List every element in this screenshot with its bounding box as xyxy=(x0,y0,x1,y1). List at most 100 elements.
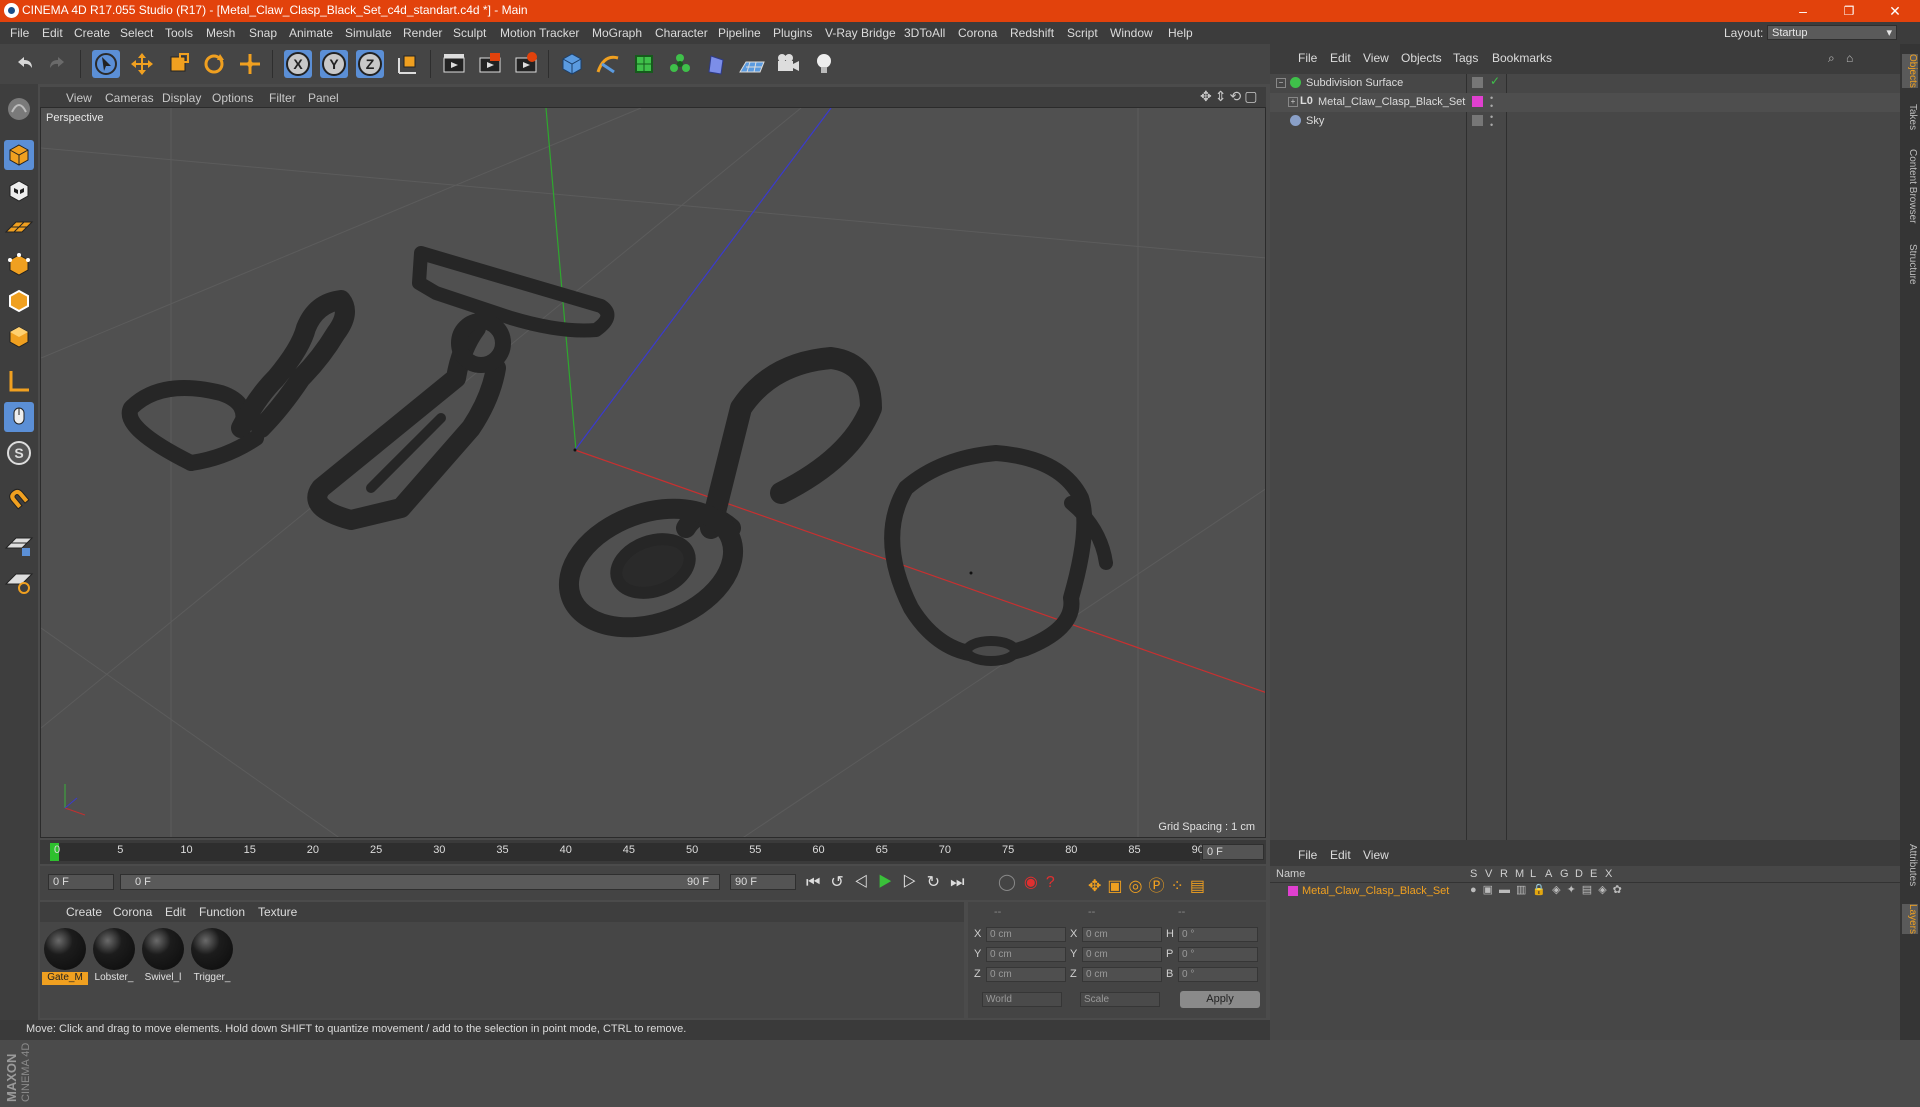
menu-character[interactable]: Character xyxy=(655,26,708,40)
goto-start-icon[interactable]: ⏮ xyxy=(806,874,830,891)
timeline-window-icon[interactable]: ▤ xyxy=(1190,878,1211,895)
record-icon[interactable]: ◯ xyxy=(998,874,1024,891)
restore-button[interactable]: ❐ xyxy=(1826,0,1872,22)
menu-window[interactable]: Window xyxy=(1110,26,1153,40)
deformer-icon[interactable] xyxy=(702,50,730,78)
rotate-icon[interactable] xyxy=(200,50,228,78)
material-menu-texture[interactable]: Texture xyxy=(258,905,297,919)
menu-redshift[interactable]: Redshift xyxy=(1010,26,1054,40)
current-frame-field[interactable]: 0 F xyxy=(1202,844,1264,860)
render-view-icon[interactable] xyxy=(440,50,468,78)
apply-button[interactable]: Apply xyxy=(1180,991,1260,1008)
position-z-field[interactable]: 0 cm xyxy=(986,967,1066,982)
menu-file[interactable]: File xyxy=(10,26,29,40)
object-menu-bookmarks[interactable]: Bookmarks xyxy=(1492,51,1552,65)
undo-icon[interactable] xyxy=(10,50,38,78)
material-swatch[interactable]: Swivel_l xyxy=(140,926,186,986)
enabled-check-icon[interactable]: ✓ xyxy=(1490,74,1500,88)
tweak-mode-icon[interactable] xyxy=(4,402,34,432)
layer-color-icon[interactable] xyxy=(1288,886,1298,896)
render-picture-viewer-icon[interactable] xyxy=(476,50,504,78)
planar-workplane-icon[interactable] xyxy=(4,566,34,596)
object-search-icon[interactable]: ⌕ xyxy=(1828,51,1835,66)
menu-pipeline[interactable]: Pipeline xyxy=(718,26,761,40)
enable-axis-icon[interactable] xyxy=(4,366,34,396)
viewport-menu-display[interactable]: Display xyxy=(162,91,201,105)
autokey-icon[interactable]: ◉ xyxy=(1024,874,1046,891)
locked-workplane-icon[interactable] xyxy=(4,530,34,560)
menu-3dtoall[interactable]: 3DToAll xyxy=(904,26,945,40)
edges-mode-icon[interactable] xyxy=(4,286,34,316)
floor-icon[interactable] xyxy=(738,50,766,78)
rotation-b-field[interactable]: 0 ° xyxy=(1178,967,1258,982)
menu-tools[interactable]: Tools xyxy=(165,26,193,40)
object-menu-tags[interactable]: Tags xyxy=(1453,51,1478,65)
end-frame-field[interactable]: 90 F xyxy=(730,874,796,890)
collapse-toggle-icon[interactable]: − xyxy=(1276,78,1286,88)
playback-controls[interactable]: ⏮↺◁▶▷↻⏭ xyxy=(806,872,974,892)
live-select-icon[interactable] xyxy=(236,50,264,78)
layer-menu-view[interactable]: View xyxy=(1363,848,1389,862)
key-position-icon[interactable]: ✥ xyxy=(1088,878,1107,895)
x-axis-icon[interactable]: X xyxy=(284,50,312,78)
key-param-icon[interactable]: Ⓟ xyxy=(1149,878,1171,895)
object-home-icon[interactable]: ⌂ xyxy=(1846,51,1853,65)
size-z-field[interactable]: 0 cm xyxy=(1082,967,1162,982)
object-menu-edit[interactable]: Edit xyxy=(1330,51,1351,65)
menu-mograph[interactable]: MoGraph xyxy=(592,26,642,40)
cloner-icon[interactable] xyxy=(666,50,694,78)
y-axis-icon[interactable]: Y xyxy=(320,50,348,78)
key-pla-icon[interactable]: ⁘ xyxy=(1171,878,1190,895)
camera-icon[interactable] xyxy=(774,50,802,78)
rotation-h-field[interactable]: 0 ° xyxy=(1178,927,1258,942)
object-mode-icon[interactable] xyxy=(4,140,34,170)
start-frame-field[interactable]: 0 F xyxy=(48,874,114,890)
model-mode-icon[interactable] xyxy=(4,94,34,124)
menu-script[interactable]: Script xyxy=(1067,26,1098,40)
material-menu-edit[interactable]: Edit xyxy=(165,905,186,919)
menu-snap[interactable]: Snap xyxy=(249,26,277,40)
snap-magnet-icon[interactable] xyxy=(4,484,34,514)
scale-icon[interactable] xyxy=(164,50,192,78)
viewport-menu-options[interactable]: Options xyxy=(212,91,253,105)
menu-animate[interactable]: Animate xyxy=(289,26,333,40)
visibility-dots-icon[interactable]: • • xyxy=(1490,113,1493,130)
size-x-field[interactable]: 0 cm xyxy=(1082,927,1162,942)
record-controls[interactable]: ◯◉? xyxy=(998,872,1063,892)
object-menu-view[interactable]: View xyxy=(1363,51,1389,65)
material-menu-create[interactable]: Create xyxy=(66,905,102,919)
frame-range-slider[interactable]: 0 F 90 F xyxy=(120,874,720,890)
viewport-menu-panel[interactable]: Panel xyxy=(308,91,339,105)
material-menu-corona[interactable]: Corona xyxy=(113,905,152,919)
menu-help[interactable]: Help xyxy=(1168,26,1193,40)
menu-corona[interactable]: Corona xyxy=(958,26,997,40)
layer-row[interactable]: Metal_Claw_Clasp_Black_Set ●▣▬▥🔒◈✦▤◈✿ xyxy=(1270,883,1900,899)
tab-objects[interactable]: Objects xyxy=(1902,54,1918,88)
pen-spline-icon[interactable] xyxy=(594,50,622,78)
material-swatch[interactable]: Trigger_ xyxy=(189,926,235,986)
object-row-clasp-set[interactable]: + L0 Metal_Claw_Clasp_Black_Set • • xyxy=(1270,93,1900,112)
object-menu-objects[interactable]: Objects xyxy=(1401,51,1442,65)
tab-layers[interactable]: Layers xyxy=(1902,904,1918,935)
menu-sculpt[interactable]: Sculpt xyxy=(453,26,486,40)
play-icon[interactable]: ▶ xyxy=(878,874,902,891)
size-y-field[interactable]: 0 cm xyxy=(1082,947,1162,962)
texture-mode-icon[interactable] xyxy=(4,176,34,206)
menu-create[interactable]: Create xyxy=(74,26,110,40)
goto-end-icon[interactable]: ⏭ xyxy=(950,874,974,891)
viewport-menu-view[interactable]: View xyxy=(66,91,92,105)
viewport-nav-icons[interactable]: ✥⇕⟲▢ xyxy=(1200,88,1260,105)
layer-name[interactable]: Metal_Claw_Clasp_Black_Set xyxy=(1302,885,1449,897)
prev-key-icon[interactable]: ↺ xyxy=(830,874,853,891)
tab-content-browser[interactable]: Content Browser xyxy=(1902,149,1918,223)
coordinate-system-select[interactable]: World xyxy=(982,992,1062,1007)
next-frame-icon[interactable]: ▷ xyxy=(902,874,926,891)
menu-motion-tracker[interactable]: Motion Tracker xyxy=(500,26,579,40)
prev-frame-icon[interactable]: ◁ xyxy=(854,874,878,891)
position-y-field[interactable]: 0 cm xyxy=(986,947,1066,962)
position-x-field[interactable]: 0 cm xyxy=(986,927,1066,942)
object-menu-file[interactable]: File xyxy=(1298,51,1317,65)
layer-toggle-icons[interactable]: ●▣▬▥🔒◈✦▤◈✿ xyxy=(1470,883,1628,896)
tab-structure[interactable]: Structure xyxy=(1902,244,1918,285)
rotation-p-field[interactable]: 0 ° xyxy=(1178,947,1258,962)
